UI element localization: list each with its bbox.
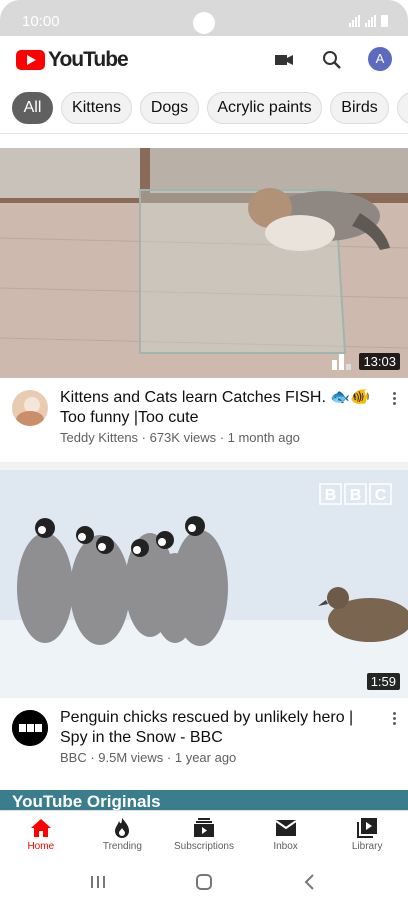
more-vert-icon[interactable] — [390, 392, 398, 408]
chip-all[interactable]: All — [12, 92, 53, 124]
channel-avatar[interactable] — [12, 390, 48, 426]
penguin-thumbnail-image: B B C — [0, 470, 408, 698]
account-avatar[interactable]: A — [368, 47, 392, 71]
wifi-signal-icon — [349, 15, 361, 27]
more-vert-icon[interactable] — [390, 712, 398, 728]
logo-text: YouTube — [48, 48, 129, 71]
video-title[interactable]: Penguin chicks rescued by unlikely hero … — [60, 708, 384, 748]
video-camera-icon[interactable] — [272, 48, 296, 72]
partial-video-thumbnail[interactable]: YouTube Originals — [0, 790, 408, 812]
front-camera — [193, 12, 215, 34]
app-header: YouTube A — [0, 36, 408, 82]
system-icons — [349, 15, 388, 27]
chip-birds[interactable]: Birds — [330, 92, 389, 124]
video-thumbnail[interactable]: B B C 1:59 — [0, 470, 408, 698]
nav-label: Library — [351, 841, 383, 852]
recent-apps-icon[interactable] — [88, 872, 108, 892]
video-thumbnail[interactable]: 13:03 — [0, 148, 408, 378]
home-icon — [30, 819, 51, 837]
nav-home[interactable]: Home — [0, 811, 82, 858]
nav-subscriptions[interactable]: Subscriptions — [163, 811, 245, 858]
nav-label: Home — [27, 841, 55, 852]
filter-chips: All Kittens Dogs Acrylic paints Birds — [0, 82, 408, 134]
video-subtitle: Teddy Kittens · 673K views · 1 month ago — [60, 430, 300, 445]
mail-icon — [275, 820, 297, 836]
youtube-play-icon — [16, 50, 45, 70]
partial-video-title: YouTube Originals — [12, 792, 161, 811]
subscriptions-icon — [193, 818, 214, 837]
nav-label: Inbox — [273, 841, 298, 852]
flame-icon — [115, 818, 130, 838]
video-duration: 1:59 — [366, 673, 400, 690]
video-subtitle: BBC · 9.5M views · 1 year ago — [60, 750, 237, 765]
chip-more[interactable] — [397, 92, 408, 124]
chip-dogs[interactable]: Dogs — [140, 92, 199, 124]
bottom-navigation: Home Trending Subscriptions Inbox Librar… — [0, 810, 408, 858]
bbc-watermark: B B C — [319, 483, 392, 505]
svg-text:B: B — [350, 487, 362, 504]
video-title[interactable]: Kittens and Cats learn Catches FISH. 🐟🐠 … — [60, 388, 384, 428]
cell-signal-icon — [365, 15, 377, 27]
youtube-logo[interactable]: YouTube — [16, 48, 129, 72]
video-duration: 13:03 — [359, 353, 400, 370]
video-meta: Penguin chicks rescued by unlikely hero … — [0, 698, 408, 790]
android-nav-bar — [0, 858, 408, 906]
search-icon[interactable] — [320, 48, 344, 72]
feed-divider — [0, 462, 408, 470]
kitten-thumbnail-image — [0, 148, 408, 378]
nav-inbox[interactable]: Inbox — [245, 811, 327, 858]
svg-text:B: B — [325, 487, 337, 504]
chip-acrylic-paints[interactable]: Acrylic paints — [207, 92, 322, 124]
library-icon — [357, 818, 378, 838]
chip-kittens[interactable]: Kittens — [61, 92, 132, 124]
back-icon[interactable] — [300, 872, 320, 892]
nav-trending[interactable]: Trending — [82, 811, 164, 858]
channel-avatar[interactable] — [12, 710, 48, 746]
bbc-channel-logo-icon — [12, 710, 48, 746]
svg-text:C: C — [375, 487, 387, 504]
nav-library[interactable]: Library — [326, 811, 408, 858]
nav-label: Trending — [102, 841, 142, 852]
status-time: 10:00 — [22, 13, 60, 30]
home-button-icon[interactable] — [194, 872, 214, 892]
nav-label: Subscriptions — [173, 841, 234, 852]
battery-icon — [381, 15, 388, 27]
channel-avatar-image — [12, 390, 48, 426]
status-bar: 10:00 — [0, 0, 408, 36]
video-meta: Kittens and Cats learn Catches FISH. 🐟🐠 … — [0, 378, 408, 470]
